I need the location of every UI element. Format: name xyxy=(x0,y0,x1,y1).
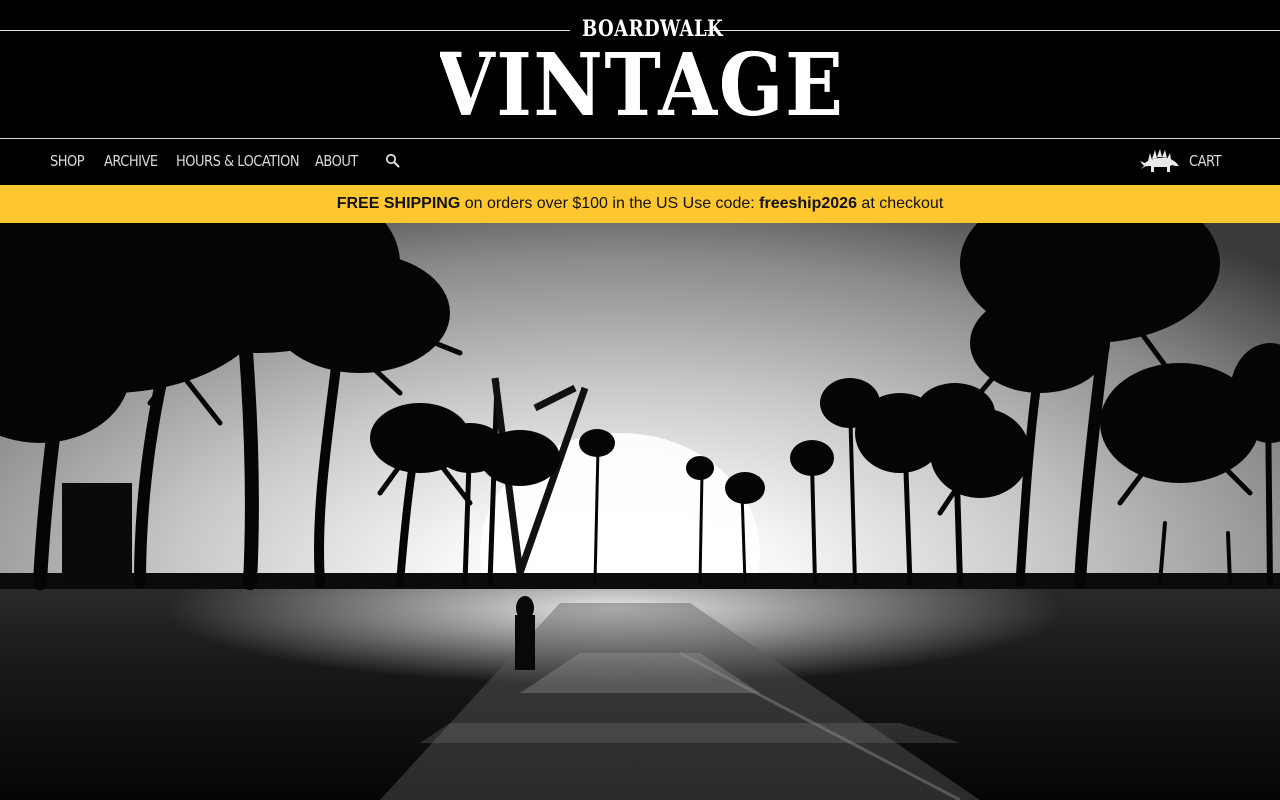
stegosaurus-icon[interactable] xyxy=(1140,147,1180,175)
search-icon[interactable] xyxy=(385,153,401,169)
header-rule-left xyxy=(0,30,570,31)
nav-item-archive[interactable]: ARCHIVE xyxy=(104,139,158,185)
header-rule-right xyxy=(704,30,1280,31)
site-header: BOARDWALK VINTAGE xyxy=(0,0,1280,138)
promo-tail: at checkout xyxy=(856,195,944,212)
logo-boardwalk[interactable]: BOARDWALK xyxy=(582,14,723,44)
nav-item-about[interactable]: ABOUT xyxy=(315,139,358,185)
logo-link[interactable]: VINTAGE xyxy=(440,44,840,128)
nav-item-hours-location[interactable]: HOURS & LOCATION xyxy=(176,139,300,185)
hero-photo xyxy=(0,223,1280,800)
promo-lead: FREE SHIPPING xyxy=(336,195,461,212)
promo-middle: on orders over $100 in the US Use code: xyxy=(460,195,760,212)
main-nav: SHOP ARCHIVE HOURS & LOCATION ABOUT xyxy=(0,139,1280,185)
promo-banner: FREE SHIPPING on orders over $100 in the… xyxy=(0,185,1280,223)
logo-vintage: VINTAGE xyxy=(440,44,840,128)
promo-code: freeship2026 xyxy=(759,195,857,212)
nav-item-shop[interactable]: SHOP xyxy=(50,139,85,185)
cart-link[interactable]: CART xyxy=(1189,139,1222,185)
hero-image xyxy=(0,223,1280,800)
